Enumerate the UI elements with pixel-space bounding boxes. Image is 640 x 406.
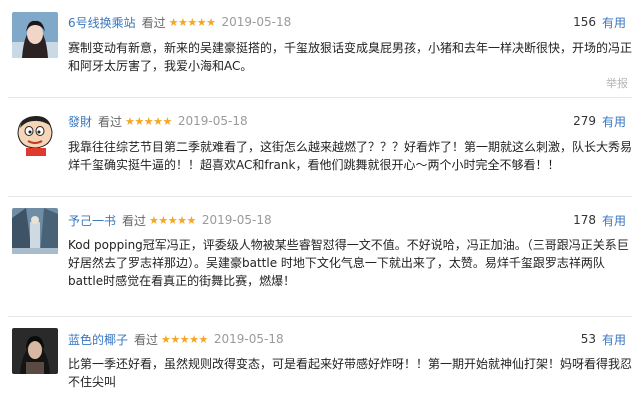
review-text-line: 烊千玺确实挺牛逼的！！超喜欢AC和frank，看他们跳舞就很开心～两个小时完全不… [68,158,560,172]
useful-votes: 156 有用 [573,14,626,30]
watched-status: 看过 [134,332,159,347]
useful-count: 156 [573,15,596,29]
review-text-line: 和阿牙太厉害了，我爱小海和AC。 [68,59,253,73]
avatar[interactable] [12,12,58,58]
useful-button[interactable]: 有用 [602,14,626,31]
useful-votes: 178 有用 [573,212,626,228]
avatar[interactable] [12,328,58,374]
username-link[interactable]: 6号线换乘站 [68,14,136,31]
useful-button[interactable]: 有用 [602,113,626,130]
review-text: Kod popping冠军冯正，评委级人物被某些睿智怼得一文不值。不好说哈，冯正… [68,236,629,290]
useful-count: 53 [580,332,596,346]
report-link[interactable]: 举报 [606,75,628,91]
review-header: 予己一书 看过 ★★★★★ 2019-05-18 [68,212,272,228]
review-text-line: 赛制变动有新意，新来的吴建豪挺搭的，千玺放狠话变成臭屁男孩，小猪和去年一样决断很… [68,41,633,55]
review-list: 6号线换乘站 看过 ★★★★★ 2019-05-18 156 有用 赛制变动有新… [0,0,640,406]
divider [8,316,632,317]
review-date: 2019-05-18 [177,114,248,128]
useful-button[interactable]: 有用 [602,212,626,229]
watched-status: 看过 [98,114,123,129]
review-text: 我靠往往综艺节目第二季就难看了，这街怎么越来越燃了？？？好看炸了！第一期就这么刺… [68,138,633,174]
review-date: 2019-05-18 [201,213,272,227]
review-text-line: 好居然去了罗志祥那边）。吴建豪battle 时地下文化气息一下就出来了，太赞。易… [68,256,605,270]
useful-votes: 53 有用 [581,331,626,347]
review-text: 赛制变动有新意，新来的吴建豪挺搭的，千玺放狠话变成臭屁男孩，小猪和去年一样决断很… [68,39,633,75]
username-link[interactable]: 蓝色的椰子 [68,331,128,348]
review-date: 2019-05-18 [221,15,292,29]
divider [8,97,632,98]
useful-button[interactable]: 有用 [602,331,626,348]
username-link[interactable]: 發財 [68,113,92,130]
review-text-line: Kod popping冠军冯正，评委级人物被某些睿智怼得一文不值。不好说哈，冯正… [68,238,629,252]
review-header: 蓝色的椰子 看过 ★★★★★ 2019-05-18 [68,331,284,347]
useful-count: 279 [573,114,596,128]
username-link[interactable]: 予己一书 [68,212,116,229]
avatar[interactable] [12,208,58,254]
watched-status: 看过 [141,15,166,30]
review-text-line: 比第一季还好看，虽然规则改得变态，可是看起来好带感好炸呀！！第一期开始就神仙打架… [68,357,633,371]
review-text-line: 我靠往往综艺节目第二季就难看了，这街怎么越来越燃了？？？好看炸了！第一期就这么刺… [68,140,633,154]
avatar[interactable] [12,110,58,156]
star-rating: ★★★★★ [149,213,196,227]
useful-votes: 279 有用 [573,113,626,129]
useful-count: 178 [573,213,596,227]
review-header: 發財 看过 ★★★★★ 2019-05-18 [68,113,248,129]
watched-status: 看过 [122,213,147,228]
divider [8,196,632,197]
review-text-line: battle时感觉在看真正的街舞比赛，燃爆！ [68,274,296,288]
star-rating: ★★★★★ [161,332,208,346]
review-date: 2019-05-18 [213,332,284,346]
review-text-line: 不住尖叫 [68,375,117,389]
review-header: 6号线换乘站 看过 ★★★★★ 2019-05-18 [68,14,291,30]
star-rating: ★★★★★ [125,114,172,128]
star-rating: ★★★★★ [168,15,216,29]
review-text: 比第一季还好看，虽然规则改得变态，可是看起来好带感好炸呀！！第一期开始就神仙打架… [68,355,633,391]
